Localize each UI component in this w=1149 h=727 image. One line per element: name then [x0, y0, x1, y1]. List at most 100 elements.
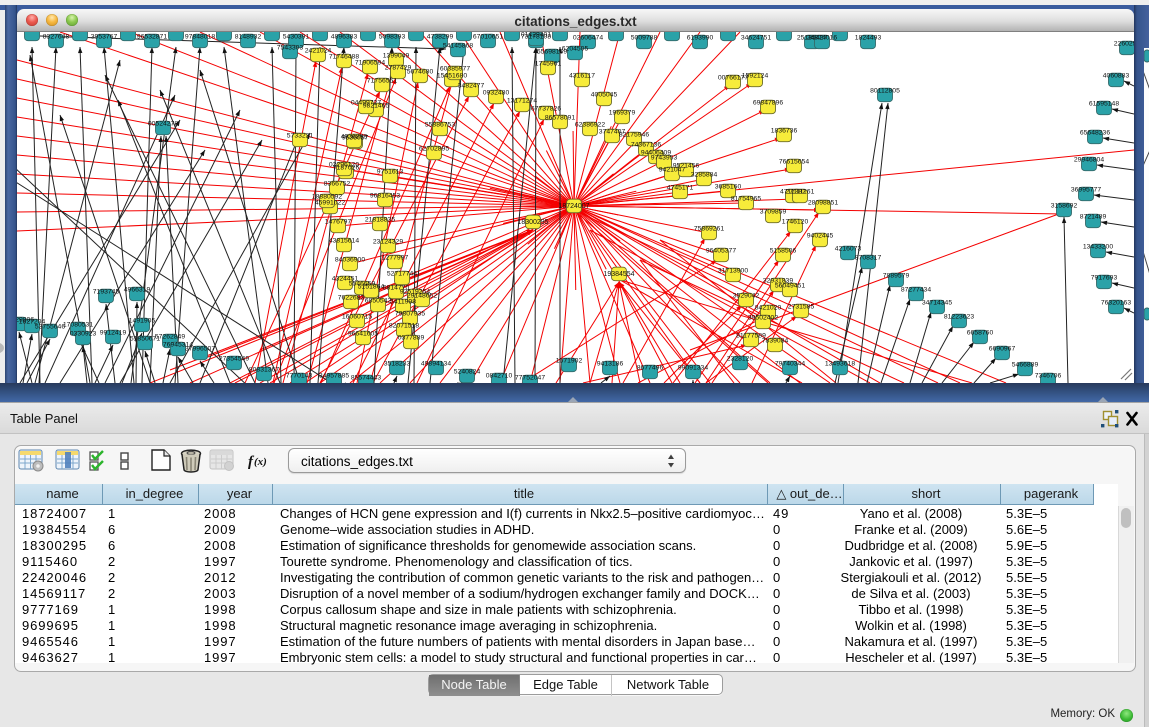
svg-text:5411998: 5411998: [390, 299, 416, 306]
svg-text:2421024: 2421024: [305, 48, 332, 55]
svg-text:87234309: 87234309: [601, 32, 631, 34]
svg-text:6193990: 6193990: [687, 35, 714, 42]
svg-text:55698169: 55698169: [537, 49, 567, 56]
svg-text:60385977: 60385977: [440, 66, 470, 73]
svg-text:7770143: 7770143: [286, 373, 313, 380]
svg-text:1671902: 1671902: [556, 358, 583, 365]
svg-text:87277434: 87277434: [901, 287, 931, 294]
svg-text:34624751: 34624751: [741, 35, 771, 42]
svg-text:3529042: 3529042: [733, 293, 760, 300]
svg-text:8366752: 8366752: [324, 181, 351, 188]
svg-text:3953767: 3953767: [91, 34, 118, 41]
svg-text:1399049: 1399049: [383, 53, 410, 60]
svg-text:71756551: 71756551: [367, 78, 397, 85]
svg-text:99091334: 99091334: [678, 365, 708, 372]
svg-text:2328120: 2328120: [727, 356, 754, 363]
svg-text:79740344: 79740344: [775, 361, 805, 368]
svg-text:19384554: 19384554: [603, 271, 634, 278]
svg-text:34957885: 34957885: [319, 373, 349, 380]
svg-text:1745961: 1745961: [535, 61, 562, 68]
svg-text:21818835: 21818835: [365, 217, 395, 224]
svg-text:81223623: 81223623: [944, 314, 974, 321]
svg-text:37996507: 37996507: [185, 346, 215, 353]
svg-text:34714345: 34714345: [922, 300, 952, 307]
svg-text:1031051: 1031051: [403, 32, 430, 34]
svg-text:97848018: 97848018: [185, 34, 215, 41]
svg-text:23124329: 23124329: [373, 239, 403, 246]
svg-text:62702895: 62702895: [419, 146, 449, 153]
svg-text:65648236: 65648236: [1080, 130, 1110, 137]
svg-text:5466889: 5466889: [1012, 362, 1039, 369]
svg-text:1824493: 1824493: [855, 35, 882, 42]
svg-text:54145868: 54145868: [443, 43, 473, 50]
svg-text:75869261: 75869261: [694, 226, 724, 233]
svg-text:18880592: 18880592: [312, 194, 342, 201]
svg-text:7917693: 7917693: [1091, 275, 1118, 282]
svg-text:86578091: 86578091: [545, 115, 575, 122]
svg-text:01429401: 01429401: [521, 32, 551, 39]
svg-text:29148652: 29148652: [407, 293, 437, 300]
svg-text:39502402: 39502402: [748, 315, 778, 322]
svg-text:2731585: 2731585: [788, 304, 815, 311]
svg-text:7346706: 7346706: [1035, 373, 1062, 380]
svg-text:96405377: 96405377: [706, 248, 736, 255]
svg-text:27111161: 27111161: [786, 189, 815, 196]
svg-text:5240824: 5240824: [454, 369, 481, 376]
svg-text:80831367: 80831367: [249, 367, 279, 374]
svg-text:4216073: 4216073: [835, 246, 862, 253]
svg-text:5151864: 5151864: [358, 284, 385, 291]
svg-text:(x): (x): [254, 456, 267, 468]
svg-text:79807935: 79807935: [395, 311, 425, 318]
svg-text:9751613: 9751613: [377, 169, 404, 176]
svg-text:8421020: 8421020: [755, 305, 782, 312]
svg-text:00524278: 00524278: [148, 121, 178, 128]
svg-text:1746120: 1746120: [782, 219, 809, 226]
svg-text:4316117: 4316117: [569, 73, 595, 80]
svg-text:82175946: 82175946: [619, 132, 649, 139]
svg-text:49894134: 49894134: [421, 361, 451, 368]
svg-text:9521456: 9521456: [673, 163, 700, 170]
svg-text:6850542: 6850542: [365, 298, 392, 305]
svg-text:9413186: 9413186: [597, 361, 624, 368]
svg-text:52717744: 52717744: [387, 271, 417, 278]
svg-text:96532871: 96532871: [137, 34, 167, 41]
svg-text:85574443: 85574443: [351, 375, 381, 382]
svg-text:4966319: 4966319: [124, 287, 151, 294]
svg-text:13433200: 13433200: [1083, 244, 1113, 251]
svg-text:8677496: 8677496: [637, 365, 664, 372]
svg-text:77752047: 77752047: [515, 375, 545, 382]
svg-text:3158692: 3158692: [1051, 203, 1078, 210]
svg-text:1969379: 1969379: [609, 110, 636, 117]
svg-text:5030564: 5030564: [67, 32, 94, 34]
svg-text:2260256: 2260256: [1114, 41, 1134, 48]
svg-text:6998543: 6998543: [715, 32, 742, 34]
svg-text:16060715: 16060715: [342, 314, 372, 321]
svg-text:17080531: 17080531: [63, 322, 93, 329]
svg-text:1277997: 1277997: [382, 255, 409, 262]
svg-text:02296120: 02296120: [329, 162, 359, 169]
svg-text:4896383: 4896383: [331, 34, 358, 41]
svg-text:4060883: 4060883: [1103, 73, 1130, 80]
svg-text:8721489: 8721489: [1080, 214, 1107, 221]
svg-text:5098393: 5098393: [379, 34, 406, 41]
svg-text:9912419: 9912419: [100, 330, 127, 337]
svg-text:7193745: 7193745: [93, 289, 120, 296]
svg-text:7622683: 7622683: [338, 295, 365, 302]
svg-text:67010651: 67010651: [473, 34, 503, 41]
svg-text:5158506: 5158506: [770, 248, 797, 255]
svg-text:29946804: 29946804: [1074, 157, 1104, 164]
svg-text:5009788: 5009788: [631, 35, 658, 42]
svg-text:7839084: 7839084: [762, 338, 789, 345]
svg-text:3482477: 3482477: [458, 83, 485, 90]
svg-text:45991022: 45991022: [315, 200, 345, 207]
svg-text:55886753: 55886753: [425, 122, 455, 129]
svg-text:8148932: 8148932: [235, 34, 262, 41]
svg-text:56049451: 56049451: [775, 283, 805, 290]
svg-text:96816453: 96816453: [370, 193, 400, 200]
svg-text:9402445: 9402445: [807, 233, 834, 240]
svg-text:61595148: 61595148: [1089, 101, 1119, 108]
svg-text:18300295: 18300295: [517, 219, 548, 226]
svg-text:3285884: 3285884: [691, 172, 718, 179]
svg-text:4745171: 4745171: [667, 185, 694, 192]
svg-text:4936899: 4936899: [341, 134, 368, 141]
